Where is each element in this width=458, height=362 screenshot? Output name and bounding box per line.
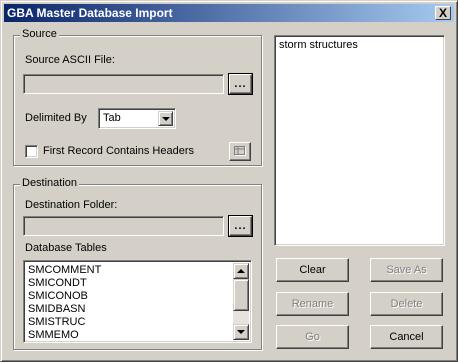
scroll-up-button[interactable] [233,263,249,279]
table-item-smiconob[interactable]: SMICONOB [27,290,101,303]
table-item-smmemo[interactable]: SMMEMO [27,329,101,342]
table-options-button[interactable] [229,142,251,161]
title-bar[interactable]: GBA Master Database Import X [4,4,454,22]
go-button[interactable]: Go [276,325,349,349]
table-item-smidbasn[interactable]: SMIDBASN [27,303,101,316]
import-dialog: GBA Master Database Import X Source Sour… [0,0,458,362]
tables-list-items: SMCOMMENT SMICONDT SMICONOB SMIDBASN SMI… [27,264,101,342]
database-tables-list[interactable]: SMCOMMENT SMICONDT SMICONOB SMIDBASN SMI… [23,260,252,343]
save-as-button[interactable]: Save As [370,258,443,282]
table-item-smicondt[interactable]: SMICONDT [27,277,101,290]
tables-scrollbar[interactable] [233,263,249,340]
table-item-smistruc[interactable]: SMISTRUC [27,316,101,329]
grid-table-icon [234,146,246,156]
destination-folder-label: Destination Folder: [25,199,118,211]
headers-checkbox-label: First Record Contains Headers [43,145,195,157]
delimited-by-label: Delimited By [25,112,87,124]
save-as-button-label: Save As [386,264,427,276]
go-button-label: Go [305,331,320,343]
destination-folder-field[interactable] [23,216,224,236]
clear-button[interactable]: Clear [276,258,349,282]
rename-button-label: Rename [291,298,334,310]
saved-import-item[interactable]: storm structures [279,39,358,51]
window-title: GBA Master Database Import [7,6,173,20]
delete-button[interactable]: Delete [370,292,443,316]
close-icon: X [438,6,447,20]
chevron-down-icon [162,117,170,121]
delete-button-label: Delete [390,298,423,310]
source-file-label: Source ASCII File: [25,54,115,66]
chevron-down-icon [237,330,245,334]
delimiter-value: Tab [103,112,121,124]
database-tables-label: Database Tables [25,242,107,254]
saved-imports-list[interactable]: storm structures [274,35,445,246]
chevron-up-icon [237,269,245,273]
table-item-smcomment[interactable]: SMCOMMENT [27,264,101,277]
source-group-label: Source [20,28,59,40]
scroll-down-button[interactable] [233,324,249,340]
source-file-field[interactable] [23,74,224,94]
scroll-thumb[interactable] [233,279,249,311]
headers-checkbox[interactable] [25,145,38,158]
cancel-button[interactable]: Cancel [370,325,443,349]
close-button[interactable]: X [435,6,451,20]
source-browse-button[interactable]: ... [228,73,253,95]
clear-button-label: Clear [299,264,326,276]
delimiter-dropdown-button[interactable] [158,111,173,126]
destination-browse-label: ... [234,220,247,232]
destination-browse-button[interactable]: ... [228,215,253,237]
destination-group-label: Destination [20,177,80,189]
delimiter-select[interactable]: Tab [98,108,176,129]
source-browse-label: ... [234,78,247,90]
cancel-button-label: Cancel [389,331,424,343]
rename-button[interactable]: Rename [276,292,349,316]
